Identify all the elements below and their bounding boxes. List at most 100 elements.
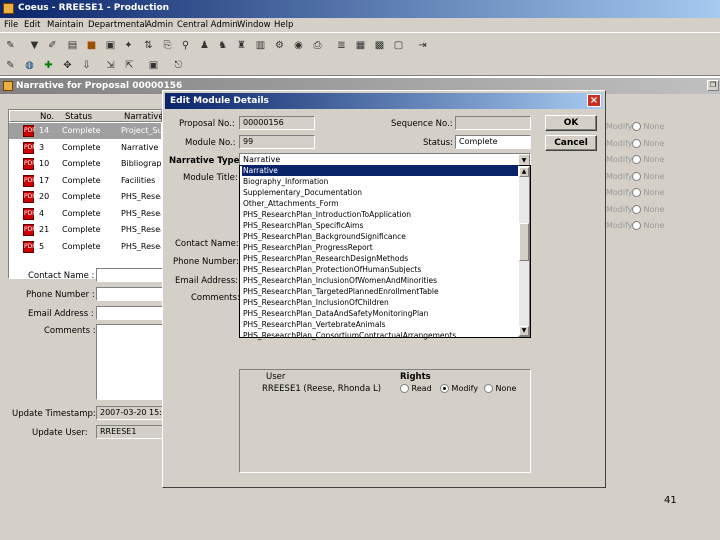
open-icon[interactable]: ✎ (2, 37, 19, 54)
read-radio[interactable] (400, 384, 409, 393)
table-row[interactable]: PDF21 Complete PHS_Resear (9, 222, 161, 238)
modify-icon[interactable]: ✥ (59, 57, 76, 74)
dropdown-item[interactable]: PHS_ResearchPlan_ProtectionOfHumanSubjec… (242, 264, 421, 275)
bg-none-radio[interactable] (632, 204, 641, 214)
ok-button[interactable]: OK (545, 115, 597, 131)
columns-icon[interactable]: ▥ (252, 37, 269, 54)
menu-help[interactable]: Help (274, 20, 293, 30)
table-row[interactable]: PDF14 Complete Project_Sum (9, 123, 161, 139)
bg-none-option[interactable]: None (632, 155, 664, 164)
pdf-icon[interactable]: PDF (23, 207, 36, 220)
dropdown-item[interactable]: PHS_ResearchPlan_DataAndSafetyMonitoring… (242, 308, 428, 319)
dropdown-item[interactable]: Supplementary_Documentation (242, 187, 362, 198)
tool-icon[interactable]: ▼ (26, 37, 43, 54)
pdf-icon[interactable]: PDF (23, 125, 36, 137)
table-row[interactable]: PDF 17 Complete Facilities (9, 172, 161, 189)
dropdown-item[interactable]: PHS_ResearchPlan_ProgressReport (242, 242, 373, 253)
pdf-icon[interactable]: PDF (23, 174, 36, 187)
restore-button[interactable]: ❐ (707, 80, 719, 91)
proposal-icon[interactable]: ▤ (64, 37, 81, 54)
dropdown-scrollbar[interactable]: ▲ ▼ (518, 166, 530, 337)
dropdown-item[interactable]: PHS_ResearchPlan_IntroductionToApplicati… (242, 209, 411, 220)
pdf-icon[interactable]: PDF (23, 224, 36, 236)
comments-area[interactable] (96, 324, 164, 400)
bg-none-option[interactable]: None (632, 221, 664, 230)
bg-none-radio[interactable] (632, 138, 641, 148)
link-icon[interactable]: ⚲ (177, 37, 194, 54)
phone-field[interactable] (96, 287, 164, 301)
window-icon[interactable]: ▢ (390, 37, 407, 54)
bg-modify-option[interactable]: Modify (606, 188, 633, 197)
bg-modify-option[interactable]: Modify (606, 172, 633, 181)
bg-modify-option[interactable]: Modify (606, 122, 633, 131)
rights-none-option[interactable]: None (484, 384, 516, 393)
bg-none-radio[interactable] (632, 171, 641, 181)
table-row[interactable]: PDF5 Complete PHS_Resear (9, 238, 161, 255)
award-icon[interactable]: ✦ (120, 37, 137, 54)
bg-modify-option[interactable]: Modify (606, 205, 633, 214)
menu-admin[interactable]: Admin (146, 20, 173, 30)
printer-icon[interactable]: ⎙ (309, 37, 326, 54)
internet-icon[interactable]: ◍ (21, 57, 38, 74)
none-radio[interactable] (484, 384, 493, 393)
menu-central-admin[interactable]: Central Admin (177, 20, 238, 30)
menu-edit[interactable]: Edit (24, 20, 40, 30)
bg-none-radio[interactable] (632, 188, 641, 197)
bg-none-option[interactable]: None (632, 188, 664, 197)
dialog-close-button[interactable]: × (587, 94, 601, 107)
dropdown-item[interactable]: PHS_ResearchPlan_ConsortiumContractualAr… (242, 330, 456, 341)
dropdown-item[interactable]: PHS_ResearchPlan_ResearchDesignMethods (242, 253, 408, 264)
col-no[interactable]: No. (40, 112, 54, 122)
dropdown-selected-item[interactable]: Narrative (242, 165, 520, 176)
menu-departmental[interactable]: Departmental (88, 20, 147, 30)
edit-icon[interactable]: ✐ (44, 37, 61, 54)
export-icon[interactable]: ⇱ (121, 57, 138, 74)
bg-modify-option[interactable]: Modify (606, 155, 633, 164)
menu-file[interactable]: File (4, 20, 18, 30)
menu-maintain[interactable]: Maintain (47, 20, 84, 30)
rights-modify-option[interactable]: Modify (440, 384, 478, 393)
pdf-icon[interactable]: PDF (23, 191, 36, 203)
bg-modify-option[interactable]: Modify (606, 221, 633, 230)
sort-icon[interactable]: ⇅ (140, 37, 157, 54)
navigate-icon[interactable]: ✎ (2, 57, 19, 74)
bg-modify-option[interactable]: Modify (606, 139, 633, 148)
status-select[interactable]: Complete (455, 135, 531, 149)
cancel-button[interactable]: Cancel (545, 135, 597, 151)
dropdown-item[interactable]: PHS_ResearchPlan_BackgroundSignificance (242, 231, 406, 242)
menu-window[interactable]: Window (237, 20, 271, 30)
table-row[interactable]: PDF 3 Complete Narrative (9, 139, 161, 156)
bg-none-option[interactable]: None (632, 138, 664, 148)
bg-none-option[interactable]: None (632, 204, 664, 214)
exit-icon[interactable]: ⇥ (414, 37, 431, 54)
import-icon[interactable]: ⇲ (102, 57, 119, 74)
table-row[interactable]: PDF10 Complete Bibliograph (9, 156, 161, 172)
down-arrow-icon[interactable]: ⇩ (78, 57, 95, 74)
dropdown-item[interactable]: PHS_ResearchPlan_VertebrateAnimals (242, 319, 385, 330)
modify-radio[interactable] (440, 384, 449, 393)
folder-icon[interactable]: ■ (83, 37, 100, 54)
gear-icon[interactable]: ⚙ (271, 37, 288, 54)
bg-none-option[interactable]: None (632, 122, 664, 131)
table-icon[interactable]: ▦ (352, 37, 369, 54)
email-field[interactable] (96, 306, 164, 320)
save-icon[interactable]: ▣ (145, 57, 162, 74)
scroll-thumb[interactable] (519, 223, 529, 261)
dropdown-item[interactable]: PHS_ResearchPlan_SpecificAims (242, 220, 363, 231)
copy-icon[interactable]: ⎘ (159, 37, 176, 54)
globe-icon[interactable]: ◉ (290, 37, 307, 54)
dropdown-item[interactable]: PHS_ResearchPlan_InclusionOfWomenAndMino… (242, 275, 437, 286)
scroll-up-button[interactable]: ▲ (519, 167, 529, 177)
col-narrative[interactable]: Narrative (124, 112, 164, 122)
budget-icon[interactable]: ▣ (102, 37, 119, 54)
bg-none-radio[interactable] (632, 221, 641, 230)
bg-none-option[interactable]: None (632, 171, 664, 181)
rights-read-option[interactable]: Read (400, 384, 432, 393)
dropdown-item[interactable]: PHS_ResearchPlan_TargetedPlannedEnrollme… (242, 286, 439, 297)
col-status[interactable]: Status (65, 112, 92, 122)
scroll-down-button[interactable]: ▼ (519, 326, 529, 336)
close-doc-icon[interactable]: ⎋ (170, 57, 187, 74)
people-icon[interactable]: ♞ (214, 37, 231, 54)
list-icon[interactable]: ≣ (333, 37, 350, 54)
dropdown-item[interactable]: Other_Attachments_Form (242, 198, 339, 209)
